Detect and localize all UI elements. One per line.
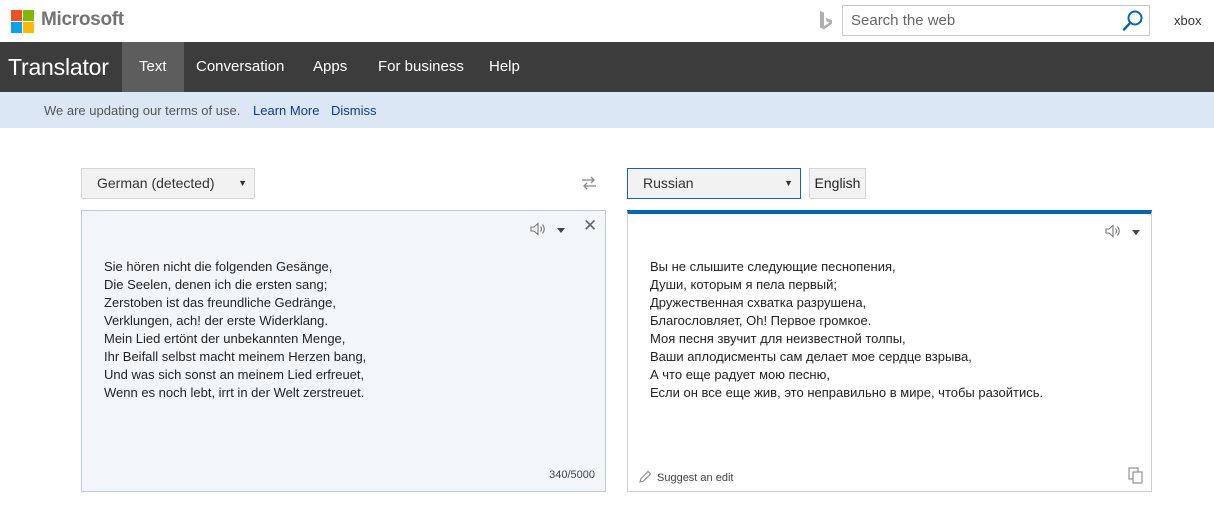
app-title[interactable]: Translator xyxy=(8,54,109,81)
tab-conversation[interactable]: Conversation xyxy=(179,42,301,92)
source-language-select[interactable]: German (detected) ▼ xyxy=(81,168,255,199)
microsoft-logo-icon[interactable] xyxy=(11,10,34,33)
pencil-icon xyxy=(639,470,652,483)
tab-text[interactable]: Text xyxy=(122,42,184,92)
source-text-panel[interactable]: ✕ Sie hören nicht die folgenden Gesänge,… xyxy=(81,210,606,492)
learn-more-link[interactable]: Learn More xyxy=(253,103,319,118)
dismiss-link[interactable]: Dismiss xyxy=(331,103,377,118)
source-language-value: German (detected) xyxy=(97,175,215,191)
top-bar: Microsoft xbox xyxy=(0,0,1214,42)
tab-apps[interactable]: Apps xyxy=(296,42,364,92)
quick-language-english-button[interactable]: English xyxy=(809,168,866,199)
source-text[interactable]: Sie hören nicht die folgenden Gesänge, D… xyxy=(104,258,366,402)
speech-options-dropdown-icon[interactable] xyxy=(557,228,565,233)
tab-for-business[interactable]: For business xyxy=(361,42,481,92)
target-language-value: Russian xyxy=(643,175,694,191)
suggest-edit-label: Suggest an edit xyxy=(657,472,734,484)
close-icon[interactable]: ✕ xyxy=(583,216,597,236)
swap-languages-icon[interactable] xyxy=(580,175,598,191)
search-box xyxy=(842,5,1150,36)
notice-message: We are updating our terms of use. xyxy=(44,103,241,118)
terms-notice-bar: We are updating our terms of use. Learn … xyxy=(0,92,1214,128)
character-count: 340/5000 xyxy=(549,469,595,481)
speech-options-dropdown-icon[interactable] xyxy=(1132,230,1140,235)
chevron-down-icon: ▼ xyxy=(784,178,793,188)
suggest-edit-link[interactable]: Suggest an edit xyxy=(638,470,733,484)
search-input[interactable] xyxy=(843,6,1121,35)
speaker-icon[interactable] xyxy=(530,222,548,236)
translation-panel: Вы не слышите следующие песнопения, Души… xyxy=(627,210,1152,492)
chevron-down-icon: ▼ xyxy=(238,178,247,188)
search-icon[interactable] xyxy=(1121,9,1145,33)
speaker-icon[interactable] xyxy=(1105,224,1123,238)
translated-text: Вы не слышите следующие песнопения, Души… xyxy=(650,259,1044,400)
tab-help[interactable]: Help xyxy=(472,42,537,92)
user-account-link[interactable]: xbox xyxy=(1174,13,1201,28)
brand-name[interactable]: Microsoft xyxy=(41,9,124,31)
target-language-select[interactable]: Russian ▼ xyxy=(627,168,801,199)
nav-bar: Translator Text Conversation Apps For bu… xyxy=(0,42,1214,92)
bing-icon[interactable] xyxy=(818,10,834,32)
copy-icon[interactable] xyxy=(1128,467,1143,484)
